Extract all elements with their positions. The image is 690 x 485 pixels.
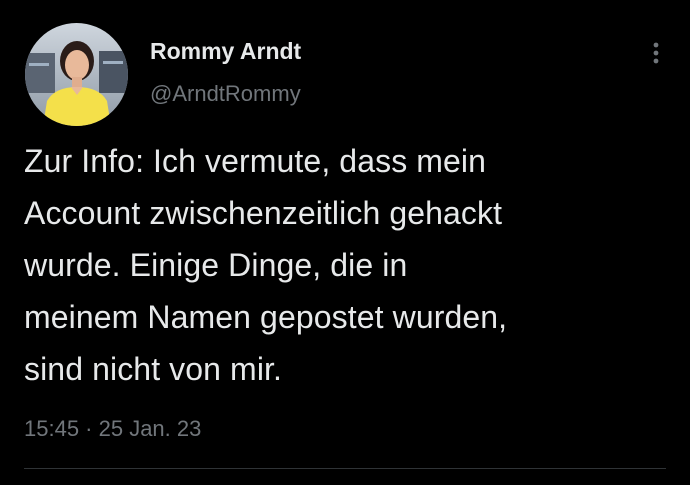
tweet-text: Zur Info: Ich vermute, dass mein Account… <box>24 135 674 395</box>
more-vertical-icon <box>653 42 659 64</box>
tweet-card: Rommy Arndt @ArndtRommy Zur Info: Ich ve… <box>0 0 690 485</box>
display-name[interactable]: Rommy Arndt <box>150 36 301 66</box>
more-options-button[interactable] <box>644 38 668 68</box>
divider <box>24 468 666 469</box>
tweet-text-line: Zur Info: Ich vermute, dass mein <box>24 143 487 179</box>
tweet-timestamp[interactable]: 15:45 · 25 Jan. 23 <box>24 414 201 444</box>
avatar[interactable] <box>25 23 128 126</box>
tweet-text-line: wurde. Einige Dinge, die in <box>24 247 408 283</box>
profile-photo <box>25 23 128 126</box>
tweet-text-line: sind nicht von mir. <box>24 351 283 387</box>
user-info: Rommy Arndt @ArndtRommy <box>150 36 301 108</box>
tweet-text-line: meinem Namen gepostet wurden, <box>24 299 508 335</box>
user-handle[interactable]: @ArndtRommy <box>150 80 301 108</box>
tweet-text-line: Account zwischenzeitlich gehackt <box>24 195 503 231</box>
